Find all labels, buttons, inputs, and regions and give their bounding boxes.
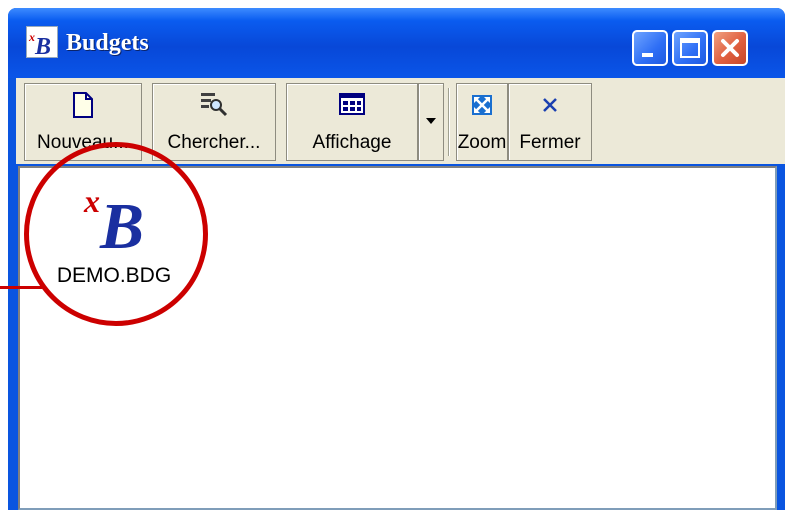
minimize-button[interactable] (632, 30, 668, 66)
annotation-pointer-line (0, 286, 42, 289)
svg-text:x: x (28, 30, 35, 44)
search-button[interactable]: Chercher... (152, 83, 276, 161)
xb-budget-file-icon: x B (83, 183, 144, 256)
file-item[interactable]: x B DEMO.BDG (34, 176, 194, 287)
close-button-label: Fermer (519, 132, 581, 153)
window-title: Budgets (66, 30, 149, 56)
maximize-icon (680, 38, 700, 58)
zoom-button-label: Zoom (457, 132, 507, 153)
new-button-label: Nouveau... (37, 132, 129, 153)
view-button[interactable]: Affichage (286, 83, 418, 161)
title-bar[interactable]: x B Budgets (8, 8, 785, 78)
app-logo-icon[interactable]: x B (26, 26, 58, 58)
view-button-label: Affichage (312, 132, 392, 153)
svg-text:B: B (99, 190, 144, 256)
close-button[interactable]: Fermer (508, 83, 592, 161)
search-button-label: Chercher... (167, 132, 261, 153)
search-icon (201, 93, 228, 117)
new-document-icon (73, 92, 93, 118)
close-window-button[interactable] (712, 30, 748, 66)
svg-text:B: B (34, 34, 51, 57)
close-x-icon (543, 98, 557, 112)
view-dropdown-button[interactable] (418, 83, 444, 161)
view-grid-icon (339, 93, 365, 115)
zoom-icon (472, 95, 492, 115)
toolbar: Nouveau... Chercher... Affichage Zoom Fe… (16, 78, 785, 164)
dropdown-arrow-icon (426, 118, 436, 124)
toolbar-separator (448, 88, 450, 156)
new-button[interactable]: Nouveau... (24, 83, 142, 161)
minimize-icon (642, 53, 653, 57)
file-name-label: DEMO.BDG (56, 264, 172, 287)
svg-text:x: x (83, 183, 100, 219)
zoom-button[interactable]: Zoom (456, 83, 508, 161)
budgets-window: x B Budgets Nouveau... Chercher... Affic… (8, 8, 785, 510)
maximize-button[interactable] (672, 30, 708, 66)
close-icon (721, 39, 739, 57)
file-list-pane[interactable]: x B DEMO.BDG (18, 166, 777, 510)
